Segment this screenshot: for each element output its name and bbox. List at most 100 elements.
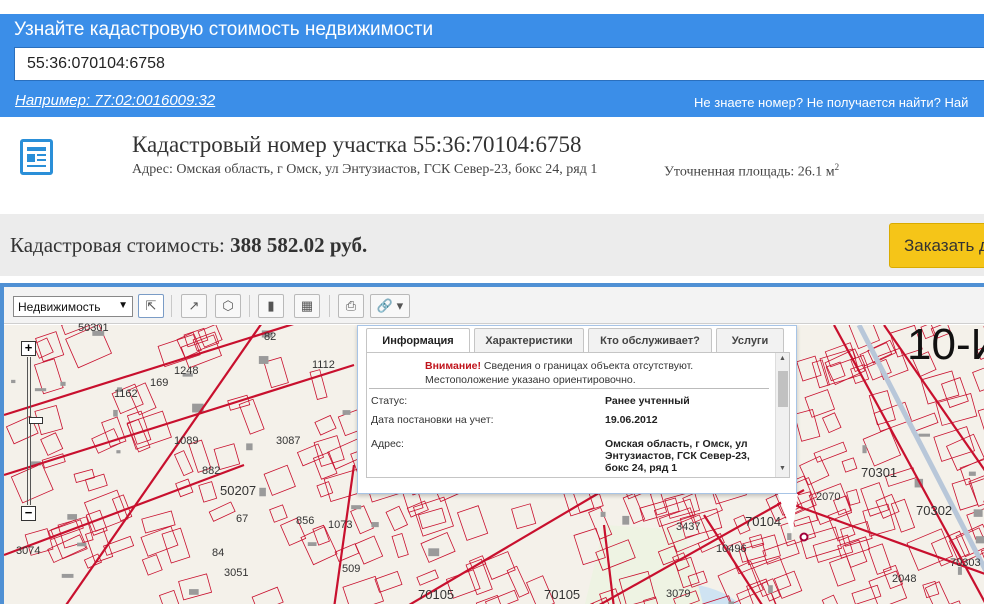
parcel-outline [506,565,530,598]
building [600,511,606,517]
layer-select[interactable]: Недвижимость ▼ [13,296,133,317]
parcel-outline [829,556,856,587]
parcel-outline [251,586,284,604]
building [351,505,362,510]
parcel-outline [968,472,984,507]
parcel-outline [316,481,334,498]
building [77,542,87,547]
parcel-outline [73,468,95,484]
warning-message: Внимание! Сведения о границах объекта от… [425,359,725,387]
parcel-outline [922,580,940,599]
order-button[interactable]: Заказать д [889,223,984,268]
popup-scrollbar[interactable]: ▲ ▼ [775,353,789,477]
document-icon [20,139,53,175]
parcel-outline [140,525,179,557]
parcel-outline [158,589,181,604]
building [61,573,74,578]
building [60,381,66,386]
map-label: 10496 [716,543,747,555]
parcel-outline [141,554,163,576]
parcel-outline [342,575,385,604]
parcel-outline [391,532,409,559]
cadastral-number-input[interactable] [14,47,984,81]
help-link[interactable]: Не знаете номер? Не получается найти? На… [694,95,968,110]
parcel-outline [799,455,830,486]
scroll-up-icon[interactable]: ▲ [779,355,786,362]
tab-information[interactable]: Информация [366,328,470,353]
parcel-outline [511,503,537,530]
cost-bar: Кадастровая стоимость: 388 582.02 руб. З… [0,214,984,276]
parcel-outline [35,331,65,363]
address-label: Адрес: [371,438,404,450]
map-toolbar: Недвижимость ▼ ⇱ ↗ ⬡ ▮ ▦ ⎙ 🔗 ▾ [4,287,984,324]
map-label: 70303 [950,557,981,569]
info-popup: Информация Характеристики Кто обслуживае… [357,325,798,534]
parcel-area-unit-sup: 2 [834,162,840,172]
tab-who-serves[interactable]: Кто обслуживает? [588,328,712,352]
building [975,536,984,544]
parcel-outline [374,570,403,593]
parcel-outline [475,594,503,604]
registration-date-value: 19.06.2012 [605,414,658,426]
toolbar-divider [329,295,330,317]
zoom-in-button[interactable]: + [21,341,36,356]
map-label: 70105 [418,587,455,602]
parcel-outline [773,570,803,599]
district-label: 10-И [907,320,984,369]
link-button[interactable]: 🔗 ▾ [370,294,410,318]
warning-label: Внимание! [425,360,481,372]
map-label: 169 [150,377,169,389]
parcel-outline [812,534,854,563]
parcel-outline [793,408,821,442]
cost-text: Кадастровая стоимость: 388 582.02 руб. [10,233,367,258]
parcel-outline [385,505,409,532]
zoom-slider-handle[interactable] [29,417,43,424]
building [768,585,773,594]
popup-pointer [778,494,798,534]
zoom-track[interactable] [27,357,43,505]
zoom-out-button[interactable]: − [21,506,36,521]
map-label: 50301 [78,322,109,334]
parcel-area: Уточненная площадь: 26.1 м2 [664,162,839,181]
road-boundary [333,464,356,604]
parcel-outline [867,543,892,575]
ruler-button[interactable]: ▮ [258,294,284,318]
divider [369,388,769,389]
ruler-area-button[interactable]: ▦ [294,294,320,318]
zoom-control: + − [21,341,43,521]
map-label: 3051 [224,567,249,579]
parcel-outline [296,443,325,467]
building [968,471,976,476]
parcel-outline [416,569,439,586]
tab-characteristics[interactable]: Характеристики [474,328,584,352]
parcel-outline [417,507,447,530]
map-label: 1089 [174,435,199,447]
parcel-outline [84,473,108,492]
example-link[interactable]: Например: 77:02:0016009:32 [15,92,215,109]
scroll-down-icon[interactable]: ▼ [779,465,786,472]
parcel-outline [91,428,121,454]
map-label: 2048 [892,573,917,585]
parcel-area-label: Уточненная площадь: 26.1 м [664,164,835,180]
building [371,522,379,528]
map-label: 70104 [745,514,782,529]
cost-value: 388 582.02 руб. [230,233,368,257]
parcel-outline [300,526,338,566]
cadastral-map[interactable]: + − 10-И 50301 82 1112 1162 169 1248 108… [4,320,984,604]
scroll-thumb[interactable] [778,371,788,407]
location-marker-icon [799,532,809,542]
measure-length-button[interactable]: ↗ [181,294,207,318]
parcel-outline [821,594,846,604]
tab-services[interactable]: Услуги [716,328,784,352]
measure-area-button[interactable]: ⬡ [215,294,241,318]
print-button[interactable]: ⎙ [338,294,364,318]
building [189,589,199,595]
parcel-outline [141,510,176,534]
parcel-address: Адрес: Омская область, г Омск, ул Энтузи… [132,162,598,177]
map-label: 3087 [276,435,301,447]
map-label: 1112 [312,359,335,371]
parcel-outline [822,412,842,434]
select-tool-button[interactable]: ⇱ [138,294,164,318]
parcel-outline [334,543,360,562]
measure-length-icon: ↗ [188,298,200,313]
